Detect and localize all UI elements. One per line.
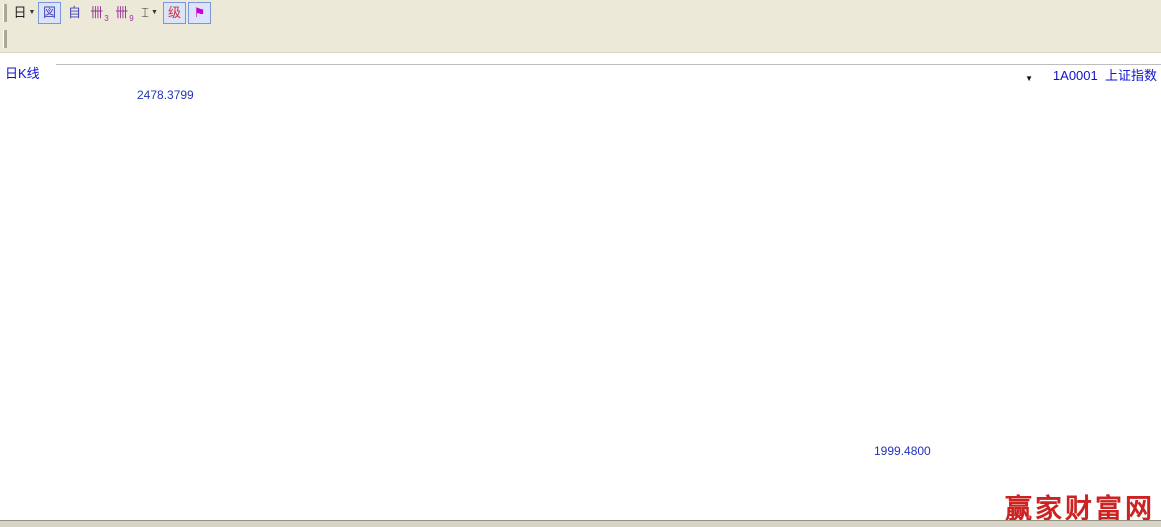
glyph: ⌶ xyxy=(141,6,149,19)
toolbar-grip[interactable] xyxy=(3,4,7,22)
symbol-name: 上证指数 xyxy=(1105,68,1157,83)
glyph: 卌 xyxy=(90,6,103,19)
glyph: 级 xyxy=(168,6,181,19)
toolbar-row-1: 日▼図自卌3卌9⌶▼级⚑ xyxy=(0,0,1161,25)
peak-price-annotation: 2478.3799 xyxy=(137,88,194,102)
symbol-marker-icon: ▼ xyxy=(1025,74,1033,83)
glyph: ⚑ xyxy=(194,6,206,19)
glyph: 自 xyxy=(68,6,81,19)
trading-app-window: 日▼図自卌3卌9⌶▼级⚑ 日K线 ▼ 1A0001 上证指数 2478.3799… xyxy=(0,0,1161,527)
overlay-compare-icon[interactable]: 级 xyxy=(163,2,186,24)
period-selector-icon[interactable]: 日▼ xyxy=(13,2,36,24)
toolbar-area: 日▼図自卌3卌9⌶▼级⚑ xyxy=(0,0,1161,53)
date-axis-separator xyxy=(56,64,1161,65)
glyph: 図 xyxy=(43,6,56,19)
glyph-sub: 3 xyxy=(104,15,108,23)
toolbar-grip[interactable] xyxy=(3,30,7,48)
period-label: 日K线 xyxy=(5,63,40,82)
transform-view-icon[interactable]: 図 xyxy=(38,2,61,24)
draw-flag-icon[interactable]: ⚑ xyxy=(188,2,211,24)
glyph-sub: 9 xyxy=(129,15,133,23)
dropdown-arrow-icon: ▼ xyxy=(29,9,36,16)
stock-info-icon[interactable]: 自 xyxy=(63,2,86,24)
glyph: 日 xyxy=(14,6,27,19)
symbol-code: 1A0001 xyxy=(1053,68,1098,83)
kline-style-icon[interactable]: ⌶▼ xyxy=(138,2,161,24)
symbol-label: 1A0001 上证指数 xyxy=(1053,65,1157,84)
glyph: 卌 xyxy=(115,6,128,19)
ma-line-3-icon[interactable]: 卌3 xyxy=(88,2,111,24)
low-price-annotation: 1999.4800 xyxy=(874,444,931,458)
dropdown-arrow-icon: ▼ xyxy=(151,9,158,16)
toolbar-row-2 xyxy=(0,26,1161,51)
window-bottom-edge xyxy=(0,520,1161,527)
ma-line-9-icon[interactable]: 卌9 xyxy=(113,2,136,24)
